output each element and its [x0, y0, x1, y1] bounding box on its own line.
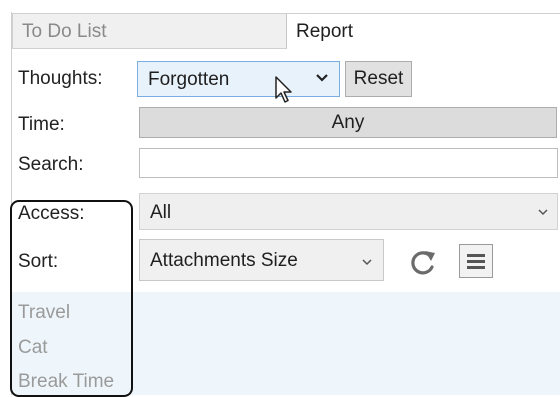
mouse-pointer-icon	[275, 76, 292, 103]
thoughts-select[interactable]: Forgotten	[137, 61, 340, 97]
chevron-down-icon	[362, 259, 372, 266]
access-select-value: All	[150, 202, 172, 223]
tab-to-do-list[interactable]: To Do List	[12, 13, 287, 49]
sort-select[interactable]: Attachments Size	[139, 239, 384, 281]
chevron-down-icon	[316, 74, 328, 82]
access-select[interactable]: All	[139, 193, 558, 230]
search-input[interactable]	[139, 148, 558, 178]
access-label: Access:	[18, 203, 85, 224]
search-label: Search:	[18, 154, 84, 175]
tab-report[interactable]: Report	[287, 13, 560, 49]
time-label: Time:	[18, 114, 65, 135]
sort-label: Sort:	[18, 251, 59, 272]
sort-select-value: Attachments Size	[150, 250, 298, 271]
time-range-button[interactable]: Any	[139, 107, 557, 138]
thoughts-select-value: Forgotten	[148, 69, 230, 90]
list-item[interactable]: Break Time	[18, 371, 114, 393]
reset-button[interactable]: Reset	[345, 61, 412, 97]
thoughts-label: Thoughts:	[18, 68, 103, 89]
hamburger-menu-icon[interactable]	[459, 244, 493, 278]
list-item[interactable]: Travel	[18, 302, 70, 324]
list-item[interactable]: Cat	[18, 337, 48, 359]
refresh-icon[interactable]	[405, 244, 441, 280]
chevron-down-icon	[538, 209, 548, 216]
